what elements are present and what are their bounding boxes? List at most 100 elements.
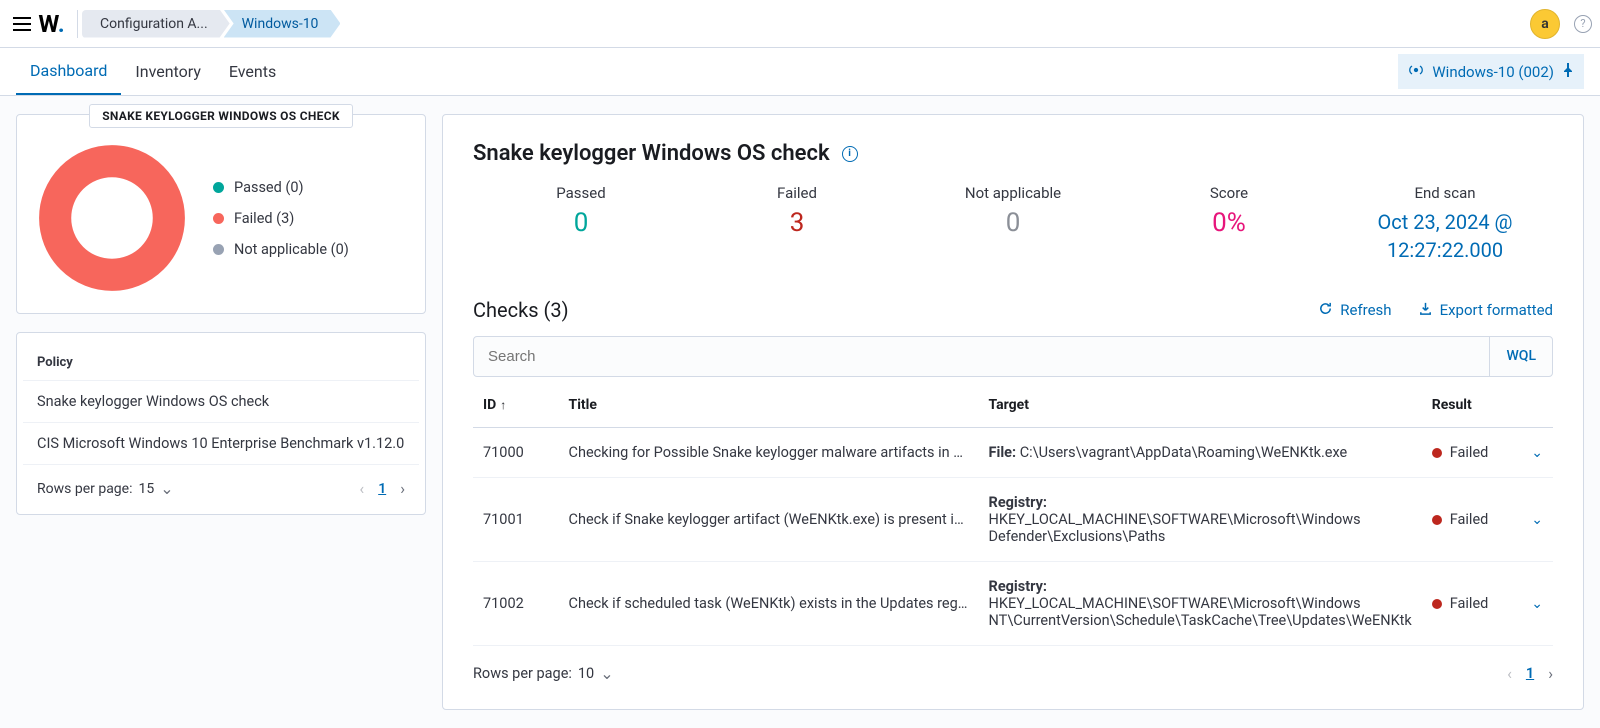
- checks-card: Snake keylogger Windows OS check i Passe…: [442, 114, 1584, 710]
- metric-value: 3: [689, 208, 905, 238]
- rpp-value: 10: [578, 665, 594, 682]
- status-dot-icon: [1432, 448, 1442, 458]
- breadcrumb-item-configuration[interactable]: Configuration A...: [82, 10, 230, 38]
- info-icon[interactable]: i: [842, 146, 858, 162]
- table-row[interactable]: 71001Check if Snake keylogger artifact (…: [473, 478, 1553, 562]
- donut-card: SNAKE KEYLOGGER WINDOWS OS CHECK Passed …: [16, 114, 426, 314]
- wql-button[interactable]: WQL: [1489, 337, 1552, 376]
- page-prev-icon[interactable]: ‹: [1507, 664, 1512, 683]
- cell-title: Check if scheduled task (WeENKtk) exists…: [559, 562, 979, 646]
- page-number[interactable]: 1: [378, 481, 386, 497]
- rpp-label: Rows per page:: [37, 481, 132, 497]
- chevron-down-icon: ⌄: [600, 664, 613, 683]
- user-avatar[interactable]: a: [1530, 9, 1560, 39]
- breadcrumb-item-windows10[interactable]: Windows-10: [224, 10, 341, 38]
- donut-chart: [37, 143, 187, 293]
- metric-value: 0: [473, 208, 689, 238]
- expand-row[interactable]: ⌄: [1515, 562, 1553, 646]
- top-bar: W. Configuration A... Windows-10 a ?: [0, 0, 1600, 48]
- sort-asc-icon: ↑: [500, 398, 506, 412]
- col-result[interactable]: Result: [1422, 383, 1516, 428]
- metric-value: Oct 23, 2024 @ 12:27:22.000: [1337, 208, 1553, 264]
- help-icon[interactable]: ?: [1574, 15, 1592, 33]
- export-button[interactable]: Export formatted: [1418, 301, 1553, 320]
- metric-label: End scan: [1337, 184, 1553, 202]
- policy-row[interactable]: CIS Microsoft Windows 10 Enterprise Benc…: [23, 422, 419, 464]
- legend-label: Not applicable (0): [234, 241, 349, 258]
- page-next-icon[interactable]: ›: [1548, 664, 1553, 683]
- rows-per-page[interactable]: Rows per page: 15 ⌄: [37, 479, 174, 498]
- metric-label: Failed: [689, 184, 905, 202]
- cell-target: Registry: HKEY_LOCAL_MACHINE\SOFTWARE\Mi…: [979, 562, 1422, 646]
- cell-result: Failed: [1422, 478, 1516, 562]
- chevron-down-icon: ⌄: [1531, 512, 1543, 528]
- status-dot-icon: [1432, 515, 1442, 525]
- refresh-label: Refresh: [1340, 301, 1391, 319]
- legend-dot-na: [213, 244, 224, 255]
- tab-inventory[interactable]: Inventory: [121, 48, 215, 95]
- cell-result: Failed: [1422, 428, 1516, 478]
- metric-passed: Passed 0: [473, 184, 689, 264]
- search-input[interactable]: [474, 337, 1489, 376]
- metric-value: 0%: [1121, 208, 1337, 238]
- checks-title: Checks (3): [473, 298, 569, 322]
- page-number[interactable]: 1: [1526, 665, 1534, 682]
- donut-legend: Passed (0) Failed (3) Not applicable (0): [213, 179, 349, 258]
- agent-name: Windows-10 (002): [1432, 63, 1554, 81]
- page-next-icon[interactable]: ›: [400, 479, 405, 498]
- col-title[interactable]: Title: [559, 383, 979, 428]
- legend-dot-passed: [213, 182, 224, 193]
- chevron-down-icon: ⌄: [1531, 445, 1543, 461]
- metric-score: Score 0%: [1121, 184, 1337, 264]
- rpp-label: Rows per page:: [473, 665, 572, 682]
- search-bar: WQL: [473, 336, 1553, 377]
- legend-label: Failed (3): [234, 210, 294, 227]
- policy-heading: Policy: [23, 355, 419, 380]
- cell-target: Registry: HKEY_LOCAL_MACHINE\SOFTWARE\Mi…: [979, 478, 1422, 562]
- tab-dashboard[interactable]: Dashboard: [16, 48, 121, 95]
- metric-failed: Failed 3: [689, 184, 905, 264]
- expand-row[interactable]: ⌄: [1515, 428, 1553, 478]
- legend-failed[interactable]: Failed (3): [213, 210, 349, 227]
- refresh-button[interactable]: Refresh: [1318, 301, 1391, 320]
- expand-row[interactable]: ⌄: [1515, 478, 1553, 562]
- cell-result: Failed: [1422, 562, 1516, 646]
- download-icon: [1418, 301, 1433, 320]
- policy-row[interactable]: Snake keylogger Windows OS check: [23, 380, 419, 422]
- cell-id: 71002: [473, 562, 559, 646]
- tab-events[interactable]: Events: [215, 48, 290, 95]
- metric-end-scan: End scan Oct 23, 2024 @ 12:27:22.000: [1337, 184, 1553, 264]
- breadcrumb: Configuration A... Windows-10: [88, 10, 340, 38]
- legend-na[interactable]: Not applicable (0): [213, 241, 349, 258]
- checks-pager: ‹ 1 ›: [1507, 664, 1553, 683]
- rpp-value: 15: [138, 481, 154, 497]
- metric-na: Not applicable 0: [905, 184, 1121, 264]
- table-row[interactable]: 71002Check if scheduled task (WeENKtk) e…: [473, 562, 1553, 646]
- pin-icon[interactable]: [1562, 62, 1574, 81]
- cell-target: File: C:\Users\vagrant\AppData\Roaming\W…: [979, 428, 1422, 478]
- cell-title: Check if Snake keylogger artifact (WeENK…: [559, 478, 979, 562]
- col-id[interactable]: ID↑: [473, 383, 559, 428]
- legend-passed[interactable]: Passed (0): [213, 179, 349, 196]
- main-content: SNAKE KEYLOGGER WINDOWS OS CHECK Passed …: [0, 96, 1600, 728]
- table-row[interactable]: 71000Checking for Possible Snake keylogg…: [473, 428, 1553, 478]
- tab-bar: Dashboard Inventory Events Windows-10 (0…: [0, 48, 1600, 96]
- donut-title: SNAKE KEYLOGGER WINDOWS OS CHECK: [89, 104, 353, 128]
- cell-id: 71000: [473, 428, 559, 478]
- legend-label: Passed (0): [234, 179, 304, 196]
- col-target[interactable]: Target: [979, 383, 1422, 428]
- checks-rows-per-page[interactable]: Rows per page: 10 ⌄: [473, 664, 614, 683]
- legend-dot-failed: [213, 213, 224, 224]
- policy-card: Policy Snake keylogger Windows OS check …: [16, 332, 426, 515]
- status-dot-icon: [1432, 599, 1442, 609]
- hamburger-menu-icon[interactable]: [8, 10, 36, 38]
- chevron-down-icon: ⌄: [160, 479, 173, 498]
- refresh-icon: [1318, 301, 1333, 320]
- page-title: Snake keylogger Windows OS check: [473, 141, 830, 166]
- cell-title: Checking for Possible Snake keylogger ma…: [559, 428, 979, 478]
- agent-selector[interactable]: Windows-10 (002): [1398, 54, 1584, 89]
- app-logo[interactable]: W.: [36, 10, 78, 38]
- page-prev-icon[interactable]: ‹: [359, 479, 364, 498]
- metrics-row: Passed 0 Failed 3 Not applicable 0 Score…: [473, 184, 1553, 264]
- export-label: Export formatted: [1440, 301, 1553, 319]
